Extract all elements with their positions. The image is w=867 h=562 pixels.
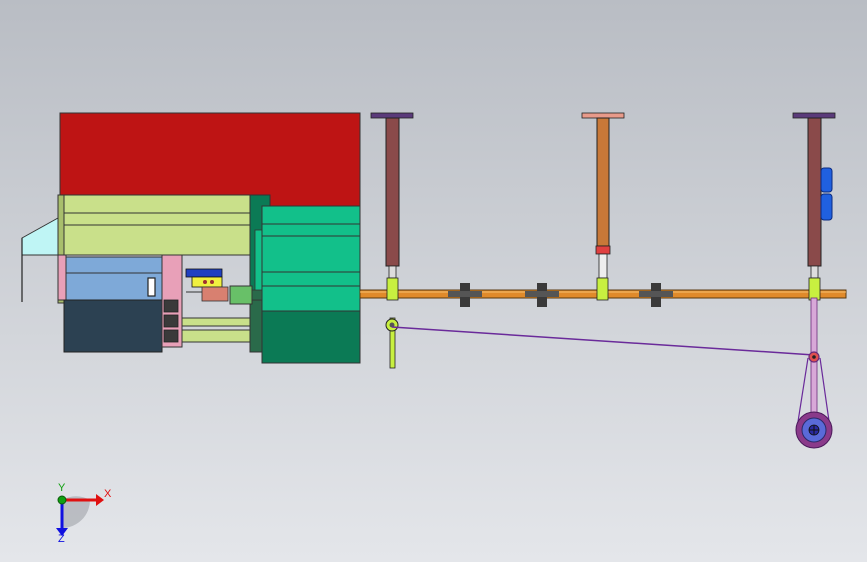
y-axis-label: Y <box>58 482 66 494</box>
feed-dot-1 <box>203 280 207 284</box>
rod-right-pin <box>810 265 819 279</box>
vertical-rod-left[interactable] <box>370 112 414 369</box>
vertical-rod-right[interactable] <box>792 112 836 417</box>
rod-right-cap <box>792 112 836 119</box>
main-housing[interactable] <box>21 112 361 364</box>
clamp-2 <box>525 283 559 307</box>
axis-triad: X Y Z <box>56 482 112 545</box>
olive-panel-mid <box>61 212 251 226</box>
lower-dark <box>249 299 263 353</box>
cad-viewport[interactable]: X Y Z <box>0 0 867 562</box>
drive-wheel[interactable] <box>795 411 833 449</box>
motor-green <box>229 285 253 305</box>
y-axis-dot <box>57 495 67 505</box>
blue-panel-top <box>65 256 163 274</box>
dark-slot-1 <box>163 299 179 313</box>
assembly-drawing: X Y Z <box>21 112 847 545</box>
teal-block-d <box>261 285 361 312</box>
rod-right-body <box>807 117 822 267</box>
dark-slot-2 <box>163 314 179 328</box>
motor-shaft <box>251 289 263 301</box>
rod-right-collar <box>808 277 821 301</box>
rod-left-pin <box>388 265 397 279</box>
teal-block-base <box>261 310 361 364</box>
dark-slot-3 <box>163 329 179 343</box>
rod-left-collar <box>386 277 399 301</box>
x-axis-label: X <box>104 488 112 500</box>
slot-window <box>147 277 156 297</box>
teal-block-b <box>261 235 361 273</box>
navy-block <box>63 299 163 353</box>
olive-panel-top <box>61 194 251 214</box>
red-cover <box>59 112 361 207</box>
vertical-rod-center[interactable] <box>581 112 625 301</box>
rod-center-collar <box>596 277 609 301</box>
rod-center-cap <box>581 112 625 119</box>
teal-block-upper <box>261 205 361 225</box>
feed-blue-bar <box>185 268 223 278</box>
hinge-blue-1 <box>820 167 833 193</box>
rod-center-pin <box>598 253 608 279</box>
hinge-blue-2 <box>820 193 833 221</box>
rod-left-cap <box>370 112 414 119</box>
x-axis-arrow <box>96 494 104 506</box>
teal-block-a <box>261 223 361 237</box>
teal-block-c <box>261 271 361 287</box>
feed-dot-2 <box>210 280 214 284</box>
lower-bar-1 <box>181 317 251 327</box>
pink-side <box>57 254 67 301</box>
clamp-1 <box>448 283 482 307</box>
rod-center-body <box>596 117 610 247</box>
lower-bar-2 <box>181 329 251 343</box>
linkage-wire <box>391 326 831 429</box>
z-axis-label: Z <box>58 533 65 545</box>
rod-center-ring <box>595 245 611 255</box>
cyan-guard <box>21 217 63 256</box>
clamp-3 <box>639 283 673 307</box>
rod-left-body <box>385 117 400 267</box>
olive-panel-main <box>61 224 251 256</box>
feed-body <box>201 286 229 302</box>
